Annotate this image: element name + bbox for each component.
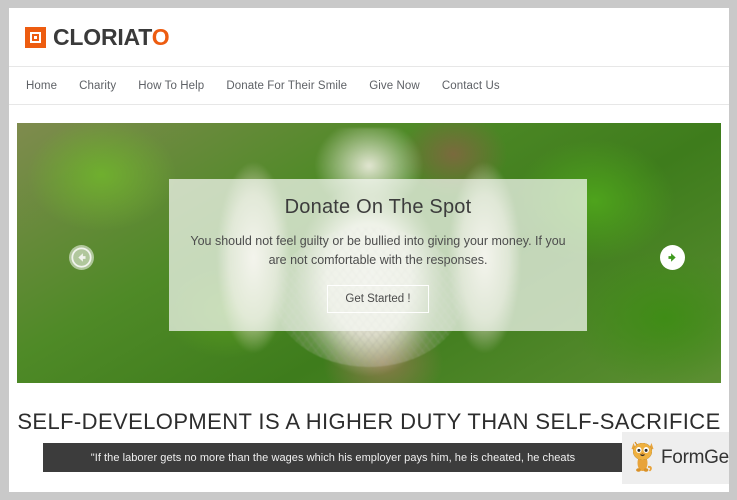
quote-banner: "If the laborer gets no more than the wa… (43, 443, 623, 472)
nav-item-give-now[interactable]: Give Now (369, 80, 420, 92)
get-started-button[interactable]: Get Started ! (327, 284, 429, 313)
webpage: CLORIATO Home Charity How To Help Donate… (9, 8, 729, 492)
quote-text: "If the laborer gets no more than the wa… (90, 451, 576, 464)
hero-content-panel: Donate On The Spot You should not feel g… (169, 179, 587, 331)
arrow-left-circle-icon (71, 247, 92, 268)
arrow-right-circle-icon (662, 247, 683, 268)
logo-text-main: CLORIAT (53, 23, 152, 50)
formget-watermark: FormGet (622, 432, 729, 484)
nav-item-home[interactable]: Home (26, 80, 57, 92)
carousel-next-button[interactable] (660, 245, 685, 270)
nav-item-contact-us[interactable]: Contact Us (442, 80, 500, 92)
logo-text-accent: O (151, 23, 170, 50)
square-target-icon (25, 26, 46, 48)
site-logo[interactable]: CLORIATO (25, 23, 170, 51)
browser-viewport: CLORIATO Home Charity How To Help Donate… (0, 0, 737, 500)
logo-wordmark: CLORIATO (53, 23, 170, 51)
hero-carousel: Donate On The Spot You should not feel g… (17, 123, 721, 383)
nav-item-how-to-help[interactable]: How To Help (138, 80, 204, 92)
carousel-prev-button[interactable] (69, 245, 94, 270)
hero-description: You should not feel guilty or be bullied… (190, 234, 566, 268)
cat-mascot-icon (629, 439, 656, 478)
main-navigation: Home Charity How To Help Donate For Thei… (9, 66, 729, 105)
formget-brand-text: FormGet (661, 447, 729, 468)
page-headline: SELF-DEVELOPMENT IS A HIGHER DUTY THAN S… (17, 409, 721, 434)
site-header: CLORIATO (9, 8, 729, 66)
nav-item-donate-for-their-smile[interactable]: Donate For Their Smile (226, 80, 347, 92)
nav-item-charity[interactable]: Charity (79, 80, 116, 92)
hero-title: Donate On The Spot (284, 196, 472, 218)
